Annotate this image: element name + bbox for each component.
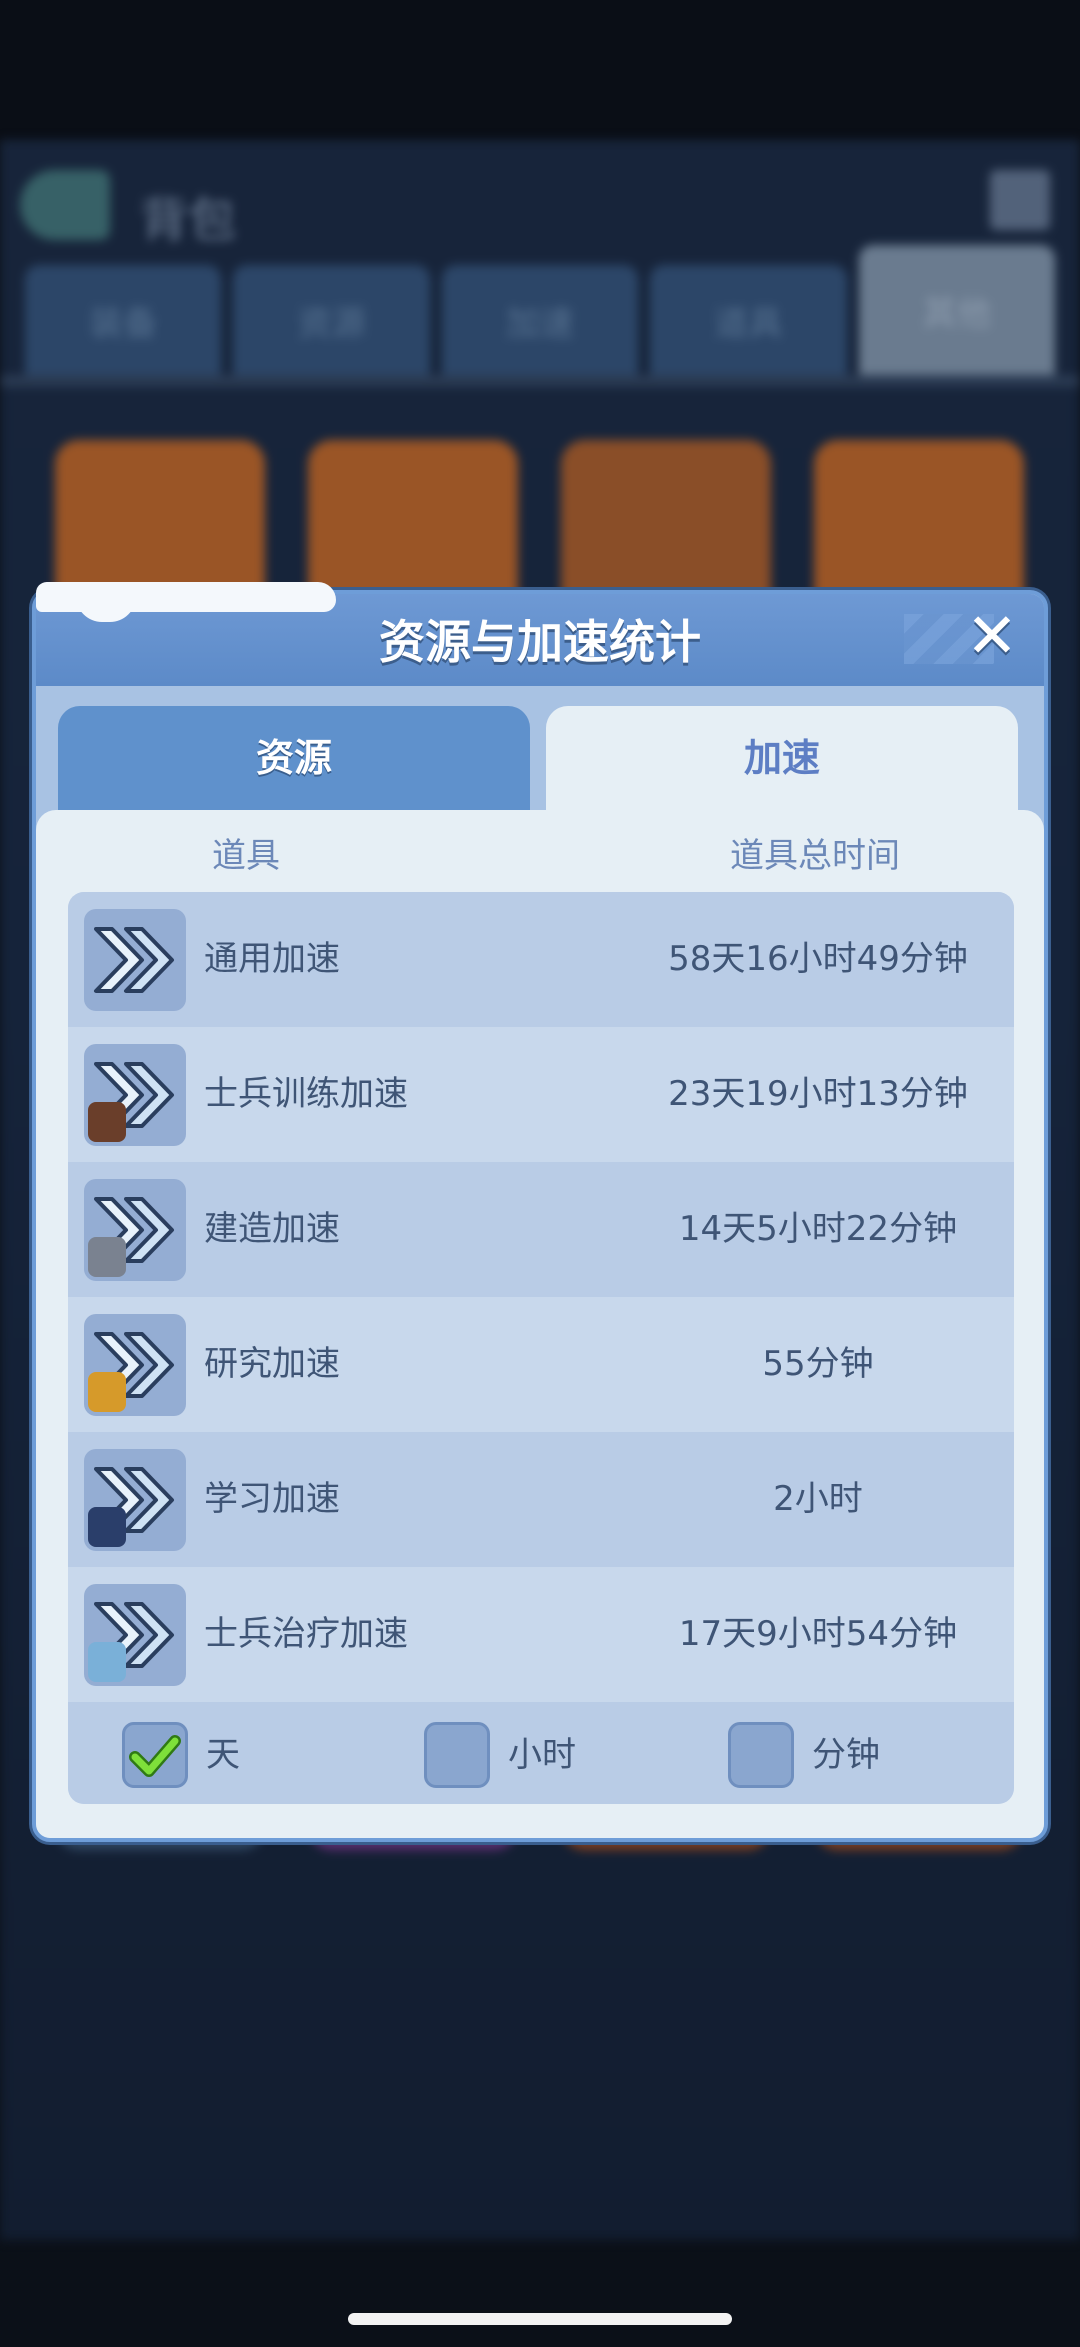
tab-resources[interactable]: 资源 <box>58 706 530 810</box>
background-tab: 资源 <box>233 265 430 375</box>
background-divider <box>0 375 1080 387</box>
background-tab: 装备 <box>25 265 222 375</box>
healing-speedup-icon <box>84 1584 186 1686</box>
item-name: 研究加速 <box>204 1344 340 1384</box>
menu-icon <box>990 170 1050 230</box>
checkmark-icon <box>129 1735 181 1777</box>
checkbox[interactable] <box>424 1722 490 1788</box>
checkbox[interactable] <box>122 1722 188 1788</box>
item-name: 士兵训练加速 <box>204 1074 408 1114</box>
snow-decoration <box>36 582 336 622</box>
speedup-stats-dialog: 资源与加速统计 ✕ 资源 加速 道具 道具总时间 通用加速 58天16小时49分… <box>32 582 1048 1842</box>
list-item: 建造加速 14天5小时22分钟 <box>68 1162 1014 1297</box>
item-name: 士兵治疗加速 <box>204 1614 408 1654</box>
speedup-panel: 道具 道具总时间 通用加速 58天16小时49分钟 士兵训练加速 23天19小时… <box>36 810 1044 1838</box>
checkbox[interactable] <box>728 1722 794 1788</box>
list-item: 通用加速 58天16小时49分钟 <box>68 892 1014 1027</box>
research-speedup-icon <box>84 1314 186 1416</box>
status-bar <box>0 0 1080 140</box>
item-total-time: 58天16小时49分钟 <box>668 939 968 979</box>
item-name: 建造加速 <box>204 1209 340 1249</box>
back-arrow-icon <box>20 170 110 240</box>
list-item: 士兵训练加速 23天19小时13分钟 <box>68 1027 1014 1162</box>
list-item: 士兵治疗加速 17天9小时54分钟 <box>68 1567 1014 1702</box>
general-speedup-icon <box>84 909 186 1011</box>
list-item: 学习加速 2小时 <box>68 1432 1014 1567</box>
home-indicator[interactable] <box>348 2313 732 2325</box>
background-tab: 其他 <box>858 245 1056 375</box>
close-button[interactable]: ✕ <box>960 605 1024 670</box>
time-unit-selector: 天 小时 分钟 <box>68 1702 1014 1804</box>
learning-speedup-icon <box>84 1449 186 1551</box>
background-title: 背包 <box>140 192 237 248</box>
list-item: 研究加速 55分钟 <box>68 1297 1014 1432</box>
speedup-list: 通用加速 58天16小时49分钟 士兵训练加速 23天19小时13分钟 建造加速… <box>68 892 1014 1804</box>
item-total-time: 2小时 <box>773 1479 863 1519</box>
item-total-time: 55分钟 <box>762 1344 874 1384</box>
item-total-time: 14天5小时22分钟 <box>678 1209 958 1249</box>
double-chevron-icon <box>94 927 174 993</box>
item-total-time: 17天9小时54分钟 <box>678 1614 958 1654</box>
column-header-total-time: 道具总时间 <box>730 836 900 876</box>
training-speedup-icon <box>84 1044 186 1146</box>
tab-speedups[interactable]: 加速 <box>546 706 1018 810</box>
unit-label: 分钟 <box>812 1735 880 1775</box>
unit-label: 小时 <box>508 1735 576 1775</box>
background-tabs: 装备 资源 加速 道具 其他 <box>25 245 1056 375</box>
item-total-time: 23天19小时13分钟 <box>668 1074 968 1114</box>
close-icon: ✕ <box>966 599 1018 672</box>
column-header-item: 道具 <box>212 836 280 876</box>
item-name: 通用加速 <box>204 939 340 979</box>
building-speedup-icon <box>84 1179 186 1281</box>
item-name: 学习加速 <box>204 1479 340 1519</box>
background-tab: 道具 <box>650 265 847 375</box>
unit-label: 天 <box>206 1735 240 1775</box>
background-tab: 加速 <box>441 265 639 375</box>
